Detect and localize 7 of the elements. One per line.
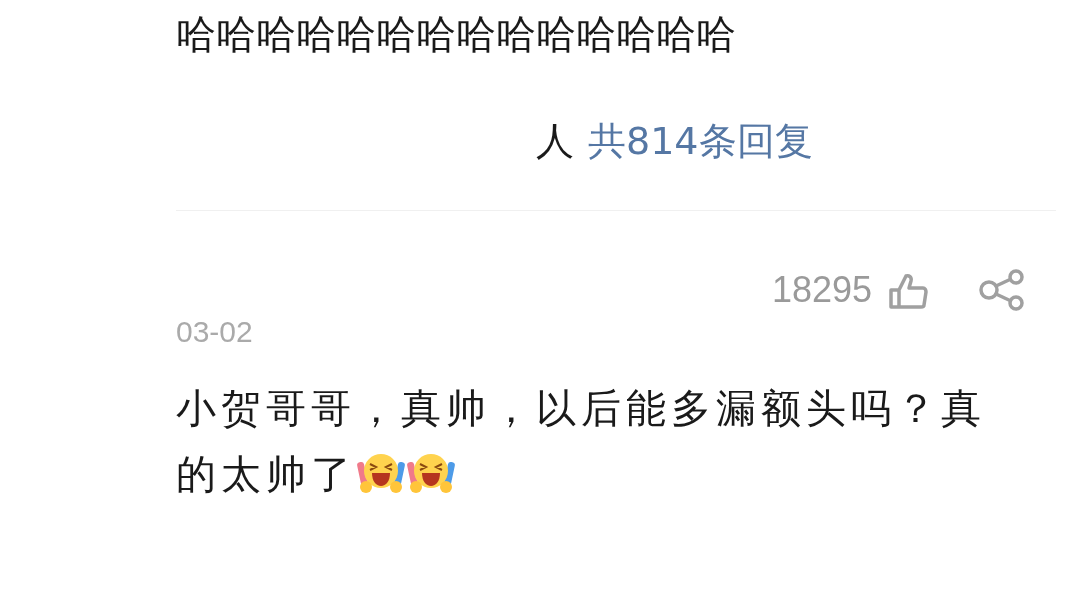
like-count: 18295 xyxy=(771,269,872,311)
reply-author-name: 人 xyxy=(536,117,574,165)
share-icon[interactable] xyxy=(978,268,1026,312)
comment-date: 03-02 xyxy=(176,315,254,349)
comment-text: 小贺哥哥，真帅，以后能多漏额头吗？真的太帅了 xyxy=(176,375,996,515)
comment-text: 哈哈哈哈哈哈哈哈哈哈哈哈哈哈 xyxy=(176,10,737,58)
reply-count-link[interactable]: 共814条回复 xyxy=(588,115,813,167)
